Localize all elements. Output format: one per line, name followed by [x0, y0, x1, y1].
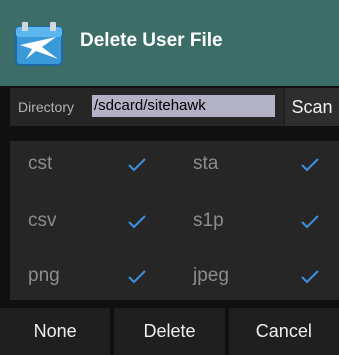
file-type-label-jpeg: jpeg: [193, 265, 229, 286]
dialog-button-bar: None Delete Cancel: [0, 308, 339, 355]
checkbox-jpeg[interactable]: [300, 268, 320, 286]
none-button[interactable]: None: [0, 308, 111, 355]
dialog-title: Delete User File: [80, 30, 223, 51]
file-type-label-csv: csv: [28, 210, 57, 231]
delete-button[interactable]: Delete: [114, 308, 225, 355]
file-type-label-png: png: [28, 265, 60, 286]
file-type-label-s1p: s1p: [193, 210, 224, 231]
checkbox-s1p[interactable]: [300, 213, 320, 231]
directory-input[interactable]: [92, 95, 275, 117]
file-type-label-sta: sta: [193, 153, 219, 174]
sitehawk-bird-icon: [15, 22, 63, 66]
dialog-titlebar: Delete User File: [0, 0, 339, 86]
file-type-label-cst: cst: [28, 153, 53, 174]
scan-button[interactable]: Scan: [284, 88, 339, 126]
checkbox-png[interactable]: [127, 268, 147, 286]
directory-label: Directory: [18, 99, 75, 115]
directory-row: Directory Scan: [10, 88, 339, 126]
file-type-grid: cst sta csv s1p png jpeg: [10, 141, 339, 300]
cancel-button[interactable]: Cancel: [228, 308, 339, 355]
checkbox-sta[interactable]: [300, 156, 320, 174]
checkbox-csv[interactable]: [127, 213, 147, 231]
checkbox-cst[interactable]: [127, 156, 147, 174]
